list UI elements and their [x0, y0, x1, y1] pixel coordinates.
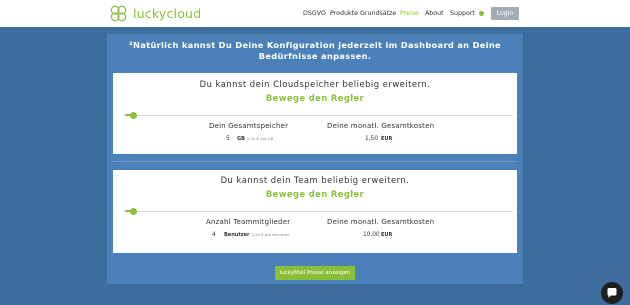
nav-item-about[interactable]: About: [425, 10, 444, 17]
storage-currency: EUR: [381, 136, 393, 142]
team-unit-price: 2,50 € pro Benutzer: [251, 232, 290, 237]
team-members-label: Anzahl Teammitglieder: [206, 218, 291, 226]
team-amount: 4: [212, 232, 216, 238]
nav-item-support[interactable]: Support: [450, 10, 475, 17]
luckycloud-logo-icon: [110, 5, 127, 22]
login-button[interactable]: Login: [491, 7, 519, 20]
storage-price: 1,50: [365, 136, 378, 142]
storage-card: Du kannst dein Cloudspeicher beliebig er…: [113, 73, 517, 154]
team-slider[interactable]: [125, 208, 513, 215]
storage-amount: 5: [226, 136, 230, 142]
storage-total-label: Dein Gesamtspeicher: [209, 122, 289, 130]
storage-slider[interactable]: [125, 112, 513, 119]
nav-item-produkte[interactable]: Produkte: [330, 10, 358, 17]
team-currency: EUR: [381, 232, 393, 238]
storage-slider-handle[interactable]: [130, 112, 137, 119]
storage-unit: GB 0,30 € pro GB: [237, 136, 274, 142]
chat-widget-button[interactable]: [601, 282, 623, 304]
team-slider-hint: Bewege den Regler: [265, 189, 365, 199]
top-navigation-bar: luckycloud DSGVO Produkte Grundsätze Pre…: [0, 0, 630, 27]
storage-cost-label: Deine monatl. Gesamtkosten: [327, 122, 435, 130]
team-slider-handle[interactable]: [130, 208, 137, 215]
team-card-title: Du kannst dein Team beliebig erweitern.: [220, 175, 410, 185]
team-price: 10,00: [363, 232, 380, 238]
team-card: Du kannst dein Team beliebig erweitern. …: [113, 170, 517, 253]
team-unit: Benutzer 2,50 € pro Benutzer: [224, 232, 290, 238]
nav-item-dsgvo[interactable]: DSGVO: [303, 10, 326, 17]
pricing-panel: ²Natürlich kannst Du Deine Konfiguration…: [107, 34, 523, 284]
storage-unit-price: 0,30 € pro GB: [246, 136, 274, 141]
nav-item-preise[interactable]: Preise: [400, 10, 419, 17]
storage-slider-hint: Bewege den Regler: [265, 93, 365, 103]
nav-item-grundsaetze[interactable]: Grundsätze: [360, 10, 396, 17]
chat-bubble-icon: [607, 288, 617, 298]
section-divider: [113, 161, 517, 162]
status-dot-icon: [479, 11, 484, 16]
luckymail-prices-button[interactable]: luckyMail Preise anzeigen: [275, 266, 355, 280]
team-cost-label: Deine monatl. Gesamtkosten: [327, 218, 435, 226]
brand-logo[interactable]: luckycloud: [110, 5, 201, 22]
configuration-note: ²Natürlich kannst Du Deine Konfiguration…: [129, 40, 501, 61]
brand-name: luckycloud: [133, 6, 202, 21]
storage-card-title: Du kannst dein Cloudspeicher beliebig er…: [199, 79, 431, 89]
